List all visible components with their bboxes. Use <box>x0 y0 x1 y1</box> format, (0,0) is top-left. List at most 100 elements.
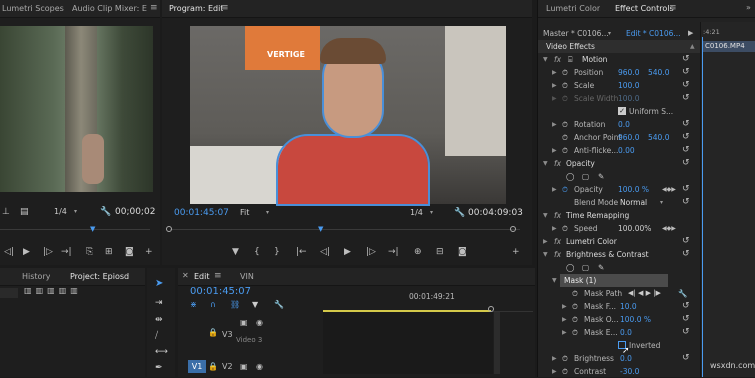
bin-icon-1[interactable]: ▥ <box>24 286 36 295</box>
v2-eye-icon[interactable]: ◉ <box>256 362 263 371</box>
mini-playhead[interactable] <box>702 37 703 377</box>
opacity-value[interactable]: 100.0 % <box>618 183 649 196</box>
master-clip-label[interactable]: Master * C0106... <box>543 27 609 40</box>
program-current-timecode[interactable]: 00:01:45:07 <box>174 206 229 220</box>
timeline-ruler[interactable]: 00:01:49:21 <box>323 286 533 312</box>
program-zoom-chevron-icon[interactable]: ▾ <box>430 206 433 220</box>
timeline-settings-icon[interactable]: 🔧 <box>274 300 284 309</box>
brightness-reset-icon[interactable]: ↺ <box>682 352 690 365</box>
program-zoom-select[interactable]: 1/4 <box>410 206 423 220</box>
settings-icon[interactable]: ▤ <box>20 205 29 219</box>
fit-select[interactable]: Fit <box>240 206 249 220</box>
v2-label[interactable]: V2 <box>222 362 233 371</box>
uniform-scale-checkbox[interactable]: ✓ <box>618 107 626 115</box>
mask-expansion-stopwatch-icon[interactable]: ⏱ <box>572 326 578 339</box>
program-wrench-icon[interactable]: 🔧 <box>454 206 465 220</box>
mask-expand-icon[interactable]: ▼ <box>552 274 557 287</box>
mask-path-stopwatch-icon[interactable]: ⏱ <box>572 287 578 300</box>
bin-icon-4[interactable]: ▥ <box>59 286 71 295</box>
mask-1-row[interactable]: ▼ Mask (1) <box>552 274 668 287</box>
timeline-scrollbar[interactable] <box>494 312 500 374</box>
overwrite-icon[interactable]: ⊞ <box>105 245 113 259</box>
zoom-select[interactable]: 1/4 <box>54 205 67 219</box>
effect-motion[interactable]: ▼ fx ⌸ Motion ↺ <box>538 53 690 66</box>
insert-icon[interactable]: ⎘ <box>86 245 93 259</box>
bc-ellipse-mask-icon[interactable]: ◯ <box>566 261 574 274</box>
position-x-value[interactable]: 960.0 <box>618 66 639 79</box>
bin-icon-3[interactable]: ▥ <box>47 286 59 295</box>
marker-icon[interactable]: ⊥ <box>2 205 10 219</box>
camera-icon[interactable]: ◙ <box>125 245 134 259</box>
v2-lock-icon[interactable]: 🔒 <box>208 362 218 371</box>
mask-feather-reset-icon[interactable]: ↺ <box>682 300 690 313</box>
position-reset-icon[interactable]: ↺ <box>682 66 690 79</box>
mask-opacity-value[interactable]: 100.0 % <box>620 313 651 326</box>
effect-time-remapping[interactable]: ▼ fx Time Remapping <box>538 209 690 222</box>
snap-icon[interactable]: ∩ <box>210 300 216 309</box>
motion-transform-icon[interactable]: ⌸ <box>568 53 573 66</box>
menu-icon[interactable]: ≡ <box>150 3 158 13</box>
add-marker-timeline-icon[interactable]: ▼ <box>252 300 258 309</box>
add-marker-icon[interactable]: ▼ <box>232 245 239 259</box>
lift-icon[interactable]: ⊕ <box>414 245 422 259</box>
step-forward-icon[interactable]: |▷ <box>43 245 53 259</box>
time-remap-expand-icon[interactable]: ▼ <box>543 209 548 222</box>
play-only-icon[interactable]: ▶ <box>688 27 693 40</box>
mask-opacity-reset-icon[interactable]: ↺ <box>682 313 690 326</box>
bin-icon-5[interactable]: ▥ <box>70 286 82 295</box>
ellipse-mask-icon[interactable]: ◯ <box>566 170 574 183</box>
rotation-value[interactable]: 0.0 <box>618 118 630 131</box>
track-v3-area[interactable] <box>323 312 493 374</box>
speed-expand-icon[interactable]: ▶ <box>552 222 557 235</box>
extract-icon[interactable]: ⊟ <box>436 245 444 259</box>
timeline-close-icon[interactable]: ✕ <box>182 271 189 280</box>
v3-lock-icon[interactable]: 🔒 <box>208 328 218 337</box>
bc-pen-mask-icon[interactable]: ✎ <box>598 261 604 274</box>
rotation-reset-icon[interactable]: ↺ <box>682 118 690 131</box>
go-to-out-icon[interactable]: →| <box>388 245 399 259</box>
step-back-frame-icon[interactable]: ◁| <box>320 245 330 259</box>
anchor-y-value[interactable]: 540.0 <box>648 131 669 144</box>
expand-icon[interactable]: » <box>746 3 751 12</box>
scrub-end-handle[interactable] <box>510 226 516 232</box>
scale-width-expand-icon[interactable]: ▶ <box>552 92 557 105</box>
speed-keyframe-icon[interactable]: ◀◆▶ <box>662 222 676 235</box>
mask-feather-stopwatch-icon[interactable]: ⏱ <box>572 300 578 313</box>
scale-width-stopwatch-icon[interactable]: ⏱ <box>562 92 568 105</box>
speed-stopwatch-icon[interactable]: ⏱ <box>562 222 568 235</box>
project-search-input[interactable] <box>0 288 18 298</box>
mini-timeline-clip[interactable]: C0106.MP4 <box>703 41 755 52</box>
left-scrub-bar[interactable]: ▼ <box>0 225 150 236</box>
go-to-in-icon[interactable]: |← <box>296 245 307 259</box>
program-play-icon[interactable]: ▶ <box>344 245 351 259</box>
motion-expand-icon[interactable]: ▼ <box>543 53 548 66</box>
opacity-keyframe-icon[interactable]: ◀◆▶ <box>662 183 676 196</box>
effect-brightness-contrast[interactable]: ▼ fx Brightness & Contrast ↺ <box>538 248 690 261</box>
lumetri-reset-icon[interactable]: ↺ <box>682 235 690 248</box>
go-out-icon[interactable]: →| <box>61 245 72 259</box>
bc-expand-icon[interactable]: ▼ <box>543 248 548 261</box>
v3-eye-icon[interactable]: ◉ <box>256 318 263 327</box>
blend-chevron-icon[interactable]: ▾ <box>660 196 663 209</box>
master-chevron-icon[interactable]: ▾ <box>608 27 611 40</box>
effect-opacity[interactable]: ▼ fx Opacity ↺ <box>538 157 690 170</box>
fit-chevron-icon[interactable]: ▾ <box>266 206 269 220</box>
program-menu-icon[interactable]: ≡ <box>221 3 229 13</box>
pen-tool-icon[interactable]: ✒ <box>155 363 163 373</box>
position-stopwatch-icon[interactable]: ⏱ <box>562 66 568 79</box>
step-forward-frame-icon[interactable]: |▷ <box>366 245 376 259</box>
brightness-value[interactable]: 0.0 <box>620 352 632 365</box>
speed-value[interactable]: 100.00% <box>618 222 651 235</box>
position-expand-icon[interactable]: ▶ <box>552 66 557 79</box>
blend-mode-select[interactable]: Normal <box>620 196 647 209</box>
contrast-expand-icon[interactable]: ▶ <box>552 365 557 378</box>
mark-in-icon[interactable]: { <box>254 245 260 259</box>
program-playhead[interactable]: ▼ <box>318 225 323 233</box>
opacity-expand-icon[interactable]: ▼ <box>543 157 548 170</box>
edit-clip-label[interactable]: Edit * C0106... <box>626 27 681 40</box>
opacity-reset-icon[interactable]: ↺ <box>682 183 690 196</box>
add-icon[interactable]: + <box>145 245 153 259</box>
zoom-chevron-icon[interactable]: ▾ <box>74 205 77 219</box>
linked-selection-icon[interactable]: ⛓ <box>230 300 240 309</box>
export-frame-icon[interactable]: ◙ <box>458 245 467 259</box>
